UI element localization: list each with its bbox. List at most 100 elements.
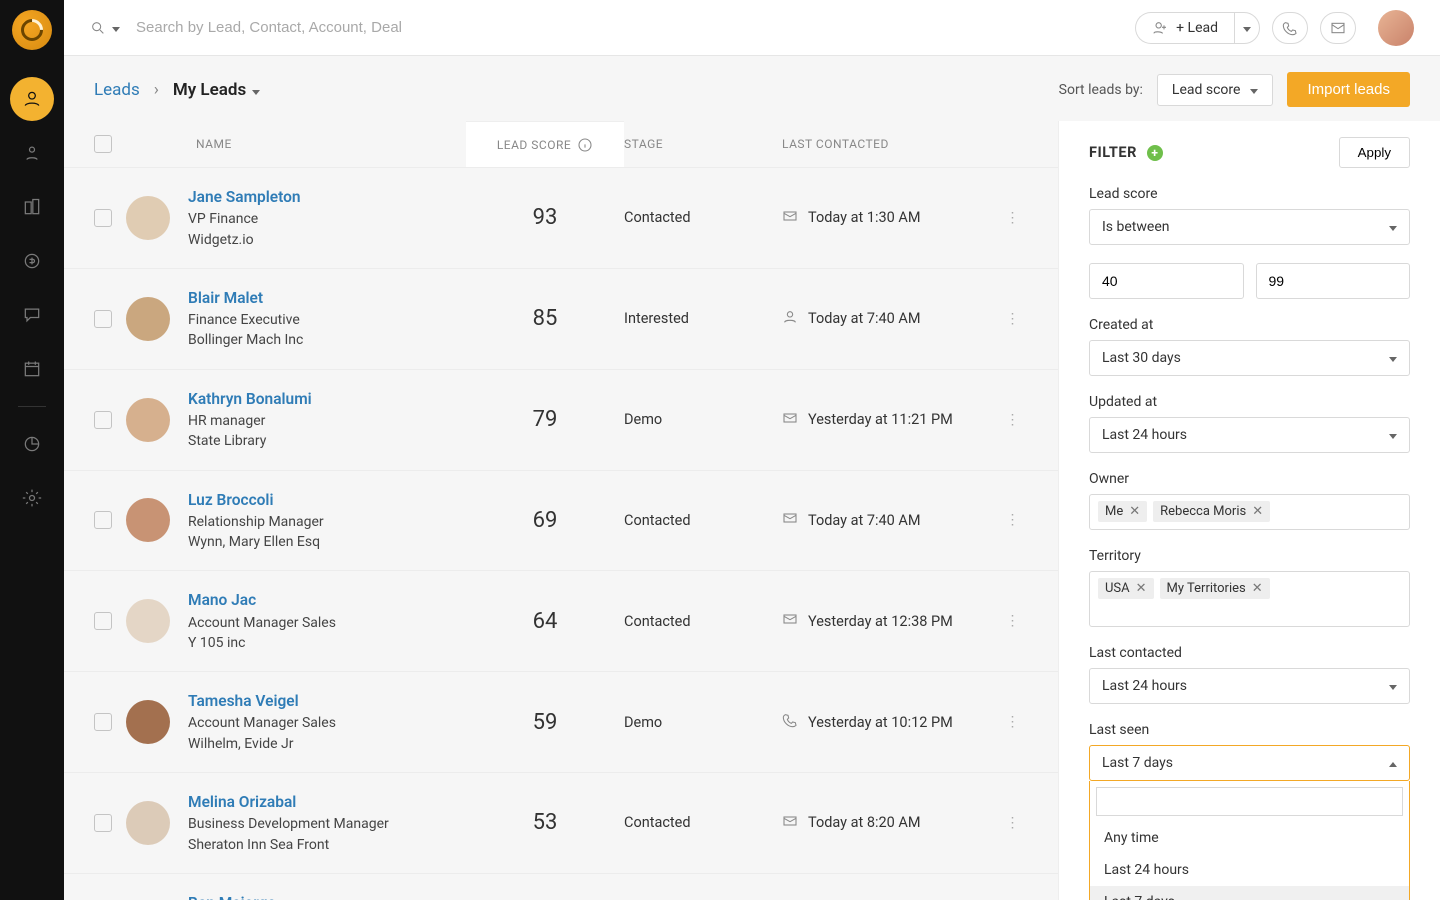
- lead-stage: Contacted: [624, 613, 782, 630]
- filter-lastseen-dropdown: Any timeLast 24 hoursLast 7 daysLast 30 …: [1089, 781, 1410, 900]
- row-menu-icon[interactable]: ⋮: [1006, 412, 1021, 428]
- filter-updatedat-select[interactable]: Last 24 hours: [1089, 417, 1410, 453]
- row-checkbox[interactable]: [94, 612, 112, 630]
- nav-settings-icon[interactable]: [10, 476, 54, 520]
- row-menu-icon[interactable]: ⋮: [1006, 512, 1021, 528]
- table-row[interactable]: Tamesha VeigelAccount Manager SalesWilhe…: [64, 671, 1058, 772]
- nav-leads-icon[interactable]: [10, 77, 54, 121]
- sort-label: Sort leads by:: [1059, 82, 1143, 98]
- breadcrumb-current[interactable]: My Leads: [173, 80, 260, 100]
- filter-lastcontacted-select[interactable]: Last 24 hours: [1089, 668, 1410, 704]
- user-avatar[interactable]: [1378, 10, 1414, 46]
- select-all-checkbox[interactable]: [94, 135, 112, 153]
- dropdown-option[interactable]: Any time: [1090, 822, 1409, 854]
- lead-name[interactable]: Kathryn Bonalumi: [188, 388, 312, 411]
- lead-name[interactable]: Mano Jac: [188, 589, 336, 612]
- lead-company: Bollinger Mach Inc: [188, 330, 303, 350]
- contact-mail-icon: [782, 410, 798, 430]
- row-checkbox[interactable]: [94, 814, 112, 832]
- tag-remove-icon[interactable]: ✕: [1136, 581, 1147, 596]
- col-name[interactable]: Name: [126, 137, 466, 151]
- nav-accounts-icon[interactable]: [10, 185, 54, 229]
- tag-label: USA: [1105, 581, 1130, 596]
- dropdown-option[interactable]: Last 7 days: [1090, 886, 1409, 900]
- nav-deals-icon[interactable]: [10, 239, 54, 283]
- table-row[interactable]: Blair MaletFinance ExecutiveBollinger Ma…: [64, 268, 1058, 369]
- table-row[interactable]: Luz BroccoliRelationship ManagerWynn, Ma…: [64, 470, 1058, 571]
- lead-company: Sheraton Inn Sea Front: [188, 835, 389, 855]
- filter-tag: Me✕: [1098, 501, 1147, 522]
- filter-lastcontacted-value: Last 24 hours: [1102, 678, 1187, 694]
- lead-name[interactable]: Luz Broccoli: [188, 489, 324, 512]
- add-filter-button[interactable]: +: [1147, 145, 1163, 161]
- import-leads-button[interactable]: Import leads: [1287, 72, 1410, 107]
- mail-button[interactable]: [1320, 12, 1356, 44]
- filter-createdat-select[interactable]: Last 30 days: [1089, 340, 1410, 376]
- dropdown-option[interactable]: Last 24 hours: [1090, 854, 1409, 886]
- nav-conversations-icon[interactable]: [10, 293, 54, 337]
- lead-title: Business Development Manager: [188, 814, 389, 834]
- lead-stage: Contacted: [624, 814, 782, 831]
- lead-name[interactable]: Melina Orizabal: [188, 791, 389, 814]
- apply-filter-button[interactable]: Apply: [1339, 137, 1410, 168]
- row-menu-icon[interactable]: ⋮: [1006, 815, 1021, 831]
- breadcrumb-sep: ›: [154, 80, 159, 100]
- search-input[interactable]: [136, 19, 536, 36]
- filter-leadscore-min[interactable]: [1089, 263, 1244, 299]
- sort-select[interactable]: Lead score: [1157, 74, 1274, 106]
- lead-title: Account Manager Sales: [188, 613, 336, 633]
- row-checkbox[interactable]: [94, 511, 112, 529]
- filter-panel: FILTER + Apply Lead score Is between Cre…: [1058, 121, 1440, 900]
- breadcrumb-current-label: My Leads: [173, 80, 246, 100]
- search-icon[interactable]: [90, 20, 106, 36]
- filter-lastseen-search[interactable]: [1096, 787, 1403, 816]
- tag-remove-icon[interactable]: ✕: [1252, 504, 1263, 519]
- filter-territory-box[interactable]: USA✕My Territories✕: [1089, 571, 1410, 627]
- filter-lastseen-select[interactable]: Last 7 days: [1089, 745, 1410, 781]
- contact-mail-icon: [782, 611, 798, 631]
- col-stage[interactable]: Stage: [624, 137, 782, 151]
- lead-last-contacted: Today at 7:40 AM: [808, 512, 921, 529]
- lead-avatar: [126, 498, 170, 542]
- tag-remove-icon[interactable]: ✕: [1129, 504, 1140, 519]
- sidebar: [0, 0, 64, 900]
- col-contacted[interactable]: Last Contacted: [782, 137, 998, 151]
- table-row[interactable]: Jane SampletonVP FinanceWidgetz.io93Cont…: [64, 167, 1058, 268]
- table-row[interactable]: Mano JacAccount Manager SalesY 105 inc64…: [64, 570, 1058, 671]
- row-menu-icon[interactable]: ⋮: [1006, 210, 1021, 226]
- lead-name[interactable]: Tamesha Veigel: [188, 690, 336, 713]
- lead-stage: Contacted: [624, 512, 782, 529]
- nav-calendar-icon[interactable]: [10, 347, 54, 391]
- table-row[interactable]: Ben MajorgaVice President of SalesVoyage…: [64, 873, 1058, 900]
- lead-last-contacted: Yesterday at 10:12 PM: [808, 714, 953, 731]
- nav-contacts-icon[interactable]: [10, 131, 54, 175]
- lead-name[interactable]: Blair Malet: [188, 287, 303, 310]
- table-row[interactable]: Kathryn BonalumiHR managerState Library7…: [64, 369, 1058, 470]
- row-checkbox[interactable]: [94, 713, 112, 731]
- row-checkbox[interactable]: [94, 209, 112, 227]
- row-checkbox[interactable]: [94, 411, 112, 429]
- app-logo[interactable]: [12, 10, 52, 50]
- row-menu-icon[interactable]: ⋮: [1006, 311, 1021, 327]
- col-score[interactable]: Lead Score: [466, 121, 624, 167]
- lead-name[interactable]: Jane Sampleton: [188, 186, 301, 209]
- col-score-label: Lead Score: [497, 138, 571, 152]
- row-menu-icon[interactable]: ⋮: [1006, 613, 1021, 629]
- filter-leadscore-op[interactable]: Is between: [1089, 209, 1410, 245]
- lead-name[interactable]: Ben Majorga: [188, 892, 331, 900]
- search-scope-caret[interactable]: [112, 20, 120, 36]
- nav-reports-icon[interactable]: [10, 422, 54, 466]
- tag-remove-icon[interactable]: ✕: [1252, 581, 1263, 596]
- phone-button[interactable]: [1272, 12, 1308, 44]
- row-menu-icon[interactable]: ⋮: [1006, 714, 1021, 730]
- table-row[interactable]: Melina OrizabalBusiness Development Mana…: [64, 772, 1058, 873]
- breadcrumb-root[interactable]: Leads: [94, 80, 140, 100]
- filter-owner-box[interactable]: Me✕Rebecca Moris✕: [1089, 494, 1410, 530]
- filter-updatedat-value: Last 24 hours: [1102, 427, 1187, 443]
- lead-last-contacted: Yesterday at 12:38 PM: [808, 613, 953, 630]
- add-lead-caret[interactable]: [1234, 12, 1260, 44]
- filter-owner-label: Owner: [1089, 471, 1410, 487]
- filter-leadscore-max[interactable]: [1256, 263, 1411, 299]
- row-checkbox[interactable]: [94, 310, 112, 328]
- add-lead-button[interactable]: + Lead: [1135, 12, 1234, 44]
